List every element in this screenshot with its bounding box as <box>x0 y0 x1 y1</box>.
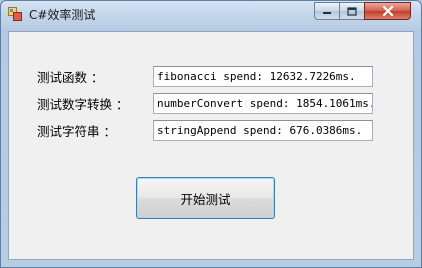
number-convert-result-textbox[interactable]: numberConvert spend: 1854.1061ms. <box>153 93 373 114</box>
close-icon <box>382 6 393 16</box>
minimize-icon <box>323 12 331 14</box>
form-client-area: 测试函数 ： fibonacci spend: 12632.7226ms. 测试… <box>8 31 414 260</box>
minimize-button[interactable] <box>314 2 340 20</box>
string-append-label: 测试字符串 ： <box>37 124 116 139</box>
app-icon <box>8 7 22 21</box>
maximize-icon <box>347 6 357 16</box>
maximize-button[interactable] <box>339 2 365 20</box>
title-bar[interactable]: C#效率测试 <box>1 1 421 27</box>
fibonacci-label: 测试函数 ： <box>37 70 104 85</box>
start-test-button[interactable]: 开始测试 <box>136 177 275 219</box>
close-button[interactable] <box>364 2 411 20</box>
string-append-result-textbox[interactable]: stringAppend spend: 676.0386ms. <box>153 120 373 141</box>
main-window: C#效率测试 测试函数 ： fibonacci spend: 12632.722… <box>0 0 422 268</box>
window-title: C#效率测试 <box>29 8 96 22</box>
number-convert-label: 测试数字转换 ： <box>37 97 129 112</box>
fibonacci-result-textbox[interactable]: fibonacci spend: 12632.7226ms. <box>153 66 373 87</box>
